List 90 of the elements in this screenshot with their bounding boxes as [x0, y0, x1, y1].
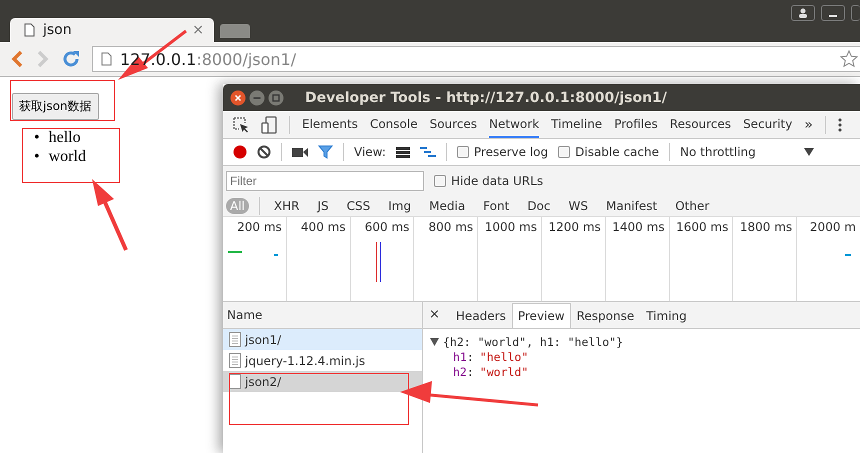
- request-row[interactable]: jquery-1.12.4.min.js: [223, 350, 422, 371]
- caret-icon: [804, 148, 814, 156]
- type-filter[interactable]: Font: [479, 198, 514, 214]
- time-tick-label: 2000 m: [810, 220, 856, 234]
- time-tick-label: 1800 ms: [740, 220, 792, 234]
- time-tick-label: 800 ms: [428, 220, 474, 234]
- time-tick-label: 1000 ms: [484, 220, 537, 234]
- request-row[interactable]: json2/: [223, 371, 422, 392]
- object-summary: {h2: "world", h1: "hello"}: [443, 334, 624, 348]
- camera-icon[interactable]: [292, 146, 308, 158]
- detail-tab[interactable]: Preview: [512, 303, 571, 328]
- property-value: "hello": [480, 350, 528, 364]
- type-filter[interactable]: JS: [313, 198, 333, 214]
- maximize-button[interactable]: [268, 90, 284, 106]
- property-value: "world": [480, 364, 528, 378]
- request-name: jquery-1.12.4.min.js: [245, 354, 366, 368]
- window-title: Developer Tools - http://127.0.0.1:8000/json1/: [305, 90, 667, 106]
- type-filter[interactable]: Media: [425, 198, 470, 214]
- profile-button[interactable]: [791, 5, 815, 21]
- detail-tab[interactable]: Timing: [640, 303, 693, 328]
- panel-tab[interactable]: Resources: [670, 111, 732, 138]
- property-colon: :: [466, 364, 474, 378]
- type-filter[interactable]: Doc: [523, 198, 554, 214]
- panel-tab[interactable]: Elements: [302, 111, 358, 138]
- view-label: View:: [354, 145, 386, 159]
- disable-cache-checkbox[interactable]: Disable cache: [558, 145, 659, 159]
- back-icon[interactable]: [10, 50, 24, 68]
- type-filter[interactable]: Other: [671, 198, 714, 214]
- request-row[interactable]: json1/: [223, 329, 422, 350]
- close-icon[interactable]: ×: [192, 22, 204, 38]
- time-tick-label: 400 ms: [300, 220, 346, 234]
- list-item: hello: [48, 128, 81, 147]
- type-filter[interactable]: WS: [564, 198, 592, 214]
- maximize-button[interactable]: [851, 5, 860, 21]
- annotation-arrow: [92, 179, 128, 251]
- bullet: •: [34, 128, 40, 147]
- panel-tab[interactable]: Timeline: [551, 111, 602, 138]
- fetch-json-button[interactable]: 获取json数据: [12, 93, 99, 120]
- list-item: world: [48, 147, 86, 166]
- person-icon: [798, 8, 808, 18]
- time-tick-label: 600 ms: [364, 220, 410, 234]
- document-icon: [101, 52, 112, 66]
- request-name: json2/: [245, 374, 282, 388]
- more-tabs-button[interactable]: »: [804, 116, 813, 132]
- filter-field[interactable]: Filter: [226, 171, 424, 191]
- panel-tab[interactable]: Network: [489, 111, 540, 138]
- waterfall-view-icon[interactable]: [420, 146, 436, 158]
- document-icon: [229, 332, 241, 347]
- star-icon[interactable]: [840, 50, 858, 68]
- expanded-triangle-icon[interactable]: [430, 338, 439, 346]
- device-icon[interactable]: [261, 116, 277, 134]
- minimize-button[interactable]: [821, 5, 845, 21]
- tab-title: json: [43, 22, 73, 38]
- list-view-icon[interactable]: [396, 146, 410, 158]
- panel-tab[interactable]: Console: [370, 111, 418, 138]
- reload-icon[interactable]: [62, 50, 80, 68]
- time-tick-label: 1400 ms: [612, 220, 665, 234]
- type-filter[interactable]: Manifest: [602, 198, 662, 214]
- type-filter[interactable]: XHR: [270, 198, 304, 214]
- more-options-icon[interactable]: [838, 118, 842, 132]
- minimize-icon: [829, 15, 837, 17]
- browser-tab[interactable]: json ×: [10, 18, 214, 42]
- clear-icon[interactable]: [257, 145, 271, 159]
- property-colon: :: [466, 350, 474, 364]
- hide-data-urls-checkbox[interactable]: Hide data URLs: [434, 174, 544, 188]
- document-icon: [24, 23, 35, 37]
- filter-icon[interactable]: [318, 145, 333, 159]
- bullet: •: [34, 147, 40, 166]
- column-header: Name: [223, 302, 422, 329]
- type-filter[interactable]: Img: [384, 198, 416, 214]
- close-button[interactable]: [230, 90, 246, 106]
- panel-tab[interactable]: Sources: [430, 111, 478, 138]
- throttling-dropdown[interactable]: No throttling: [680, 145, 814, 159]
- preserve-log-checkbox[interactable]: Preserve log: [456, 145, 548, 159]
- type-filter[interactable]: CSS: [342, 198, 374, 214]
- document-icon: [229, 374, 241, 389]
- detail-tab[interactable]: Response: [570, 303, 640, 328]
- request-name: json1/: [245, 332, 282, 346]
- time-tick-label: 1200 ms: [548, 220, 601, 234]
- close-icon[interactable]: ×: [429, 304, 450, 328]
- detail-tab[interactable]: Headers: [450, 303, 512, 328]
- property-key: h2: [453, 364, 467, 378]
- document-icon: [229, 353, 241, 368]
- panel-tab[interactable]: Security: [743, 111, 792, 138]
- time-tick-label: 1600 ms: [676, 220, 728, 234]
- panel-tab[interactable]: Profiles: [614, 111, 658, 138]
- inspect-icon[interactable]: [233, 116, 249, 132]
- time-tick-label: 200 ms: [237, 220, 282, 234]
- property-key: h1: [453, 350, 467, 364]
- record-button[interactable]: [233, 145, 247, 159]
